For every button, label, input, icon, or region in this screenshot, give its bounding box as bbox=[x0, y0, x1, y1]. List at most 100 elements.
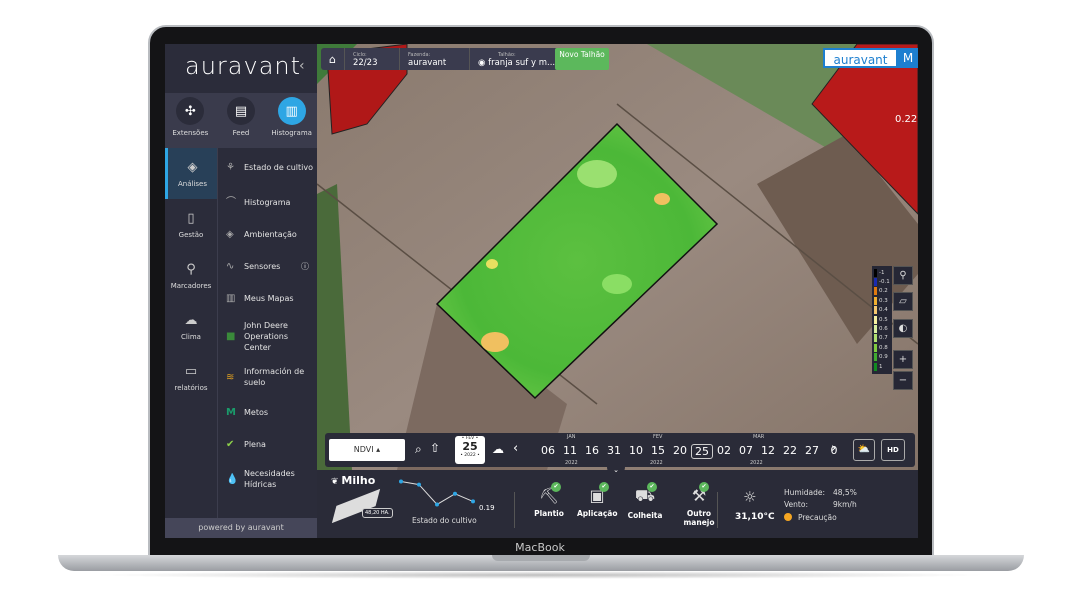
cloud-filter-icon[interactable]: ☁ bbox=[492, 442, 504, 456]
sparkline-point bbox=[417, 482, 421, 487]
eye-icon[interactable]: ◉ bbox=[478, 58, 488, 68]
sub-metos[interactable]: M Metos bbox=[218, 396, 317, 428]
puzzle-icon: ✣ bbox=[176, 97, 205, 125]
hd-button[interactable]: HD bbox=[881, 439, 905, 461]
legend-item: -1 bbox=[874, 268, 890, 277]
legend-item: 0.5 bbox=[874, 315, 890, 324]
fazenda-selector[interactable]: Fazenda: auravant bbox=[400, 48, 470, 70]
map-view[interactable]: ⌂ Ciclo: 22/23 Fazenda: auravant Talhão: ◉ … bbox=[317, 44, 918, 470]
john-deere-icon: ■ bbox=[226, 330, 236, 342]
search-icon[interactable]: ⌕ bbox=[415, 442, 422, 457]
device-label: MacBook bbox=[515, 541, 565, 554]
action-0[interactable]: ⛏ ✔ Plantio bbox=[529, 482, 569, 527]
marker-tool-icon[interactable]: ⚲ bbox=[893, 266, 913, 285]
day: 25 bbox=[462, 440, 478, 453]
cloud-off-button[interactable]: ⛅ bbox=[853, 439, 875, 461]
nav-marcadores[interactable]: ⚲ Marcadores bbox=[165, 250, 217, 301]
metos-icon: M bbox=[226, 406, 236, 418]
label: Histograma bbox=[271, 129, 312, 137]
sparkline-line bbox=[400, 481, 474, 506]
sub-info-suelo[interactable]: ≋ Información de suelo bbox=[218, 358, 317, 396]
histogram-button[interactable]: ▥ Histograma bbox=[267, 93, 317, 148]
legend-label: 0.9 bbox=[879, 354, 888, 361]
home-button[interactable]: ⌂ bbox=[321, 48, 345, 70]
legend-label: 0.4 bbox=[879, 307, 888, 314]
month-label: MAR bbox=[753, 434, 765, 440]
nav-clima[interactable]: ☁ Clima bbox=[165, 301, 217, 352]
leaf-icon: ❦ bbox=[331, 477, 342, 487]
zoom-out-button[interactable]: − bbox=[893, 371, 913, 390]
talhao-selector[interactable]: Talhão: ◉ franja suf y m... bbox=[470, 48, 565, 70]
sub-meus-mapas[interactable]: ▥ Meus Mapas bbox=[218, 282, 317, 314]
next-date-button[interactable]: › bbox=[831, 441, 836, 456]
sub-ambientacao[interactable]: ◈ Ambientação bbox=[218, 218, 317, 250]
upload-icon[interactable]: ⇧ bbox=[430, 441, 440, 455]
date-item[interactable]: 31 bbox=[603, 444, 625, 459]
legend-swatch bbox=[874, 315, 877, 324]
nav-gestao[interactable]: ▯ Gestão bbox=[165, 199, 217, 250]
zoom-in-button[interactable]: + bbox=[893, 350, 913, 369]
field-area-badge: 48,20 HA. bbox=[362, 508, 393, 518]
user-avatar[interactable]: M bbox=[898, 48, 918, 68]
legend-label: 0.6 bbox=[879, 326, 888, 333]
nav-analises[interactable]: ◈ Análises bbox=[165, 148, 217, 199]
sub-sensores[interactable]: ∿ Sensores ⓘ bbox=[218, 250, 317, 282]
date-item[interactable]: 15 bbox=[647, 444, 669, 459]
check-badge-icon: ✔ bbox=[699, 482, 709, 492]
value: 22/23 bbox=[352, 57, 378, 68]
feed-button[interactable]: ▤ Feed bbox=[216, 93, 266, 148]
legend-swatch bbox=[874, 287, 877, 296]
label: Análises bbox=[177, 179, 207, 188]
label: Meus Mapas bbox=[244, 293, 294, 303]
collapse-sidebar-button[interactable]: ‹ bbox=[299, 58, 305, 74]
sparkline-point bbox=[453, 491, 457, 496]
alert-dot-icon bbox=[784, 513, 792, 521]
ndvi-value: 0.19 bbox=[479, 504, 495, 512]
date-item[interactable]: 10 bbox=[625, 444, 647, 459]
collapse-panel-button[interactable]: ⌄ bbox=[607, 466, 625, 476]
date-item[interactable]: 12 bbox=[757, 444, 779, 459]
legend-item: 0.4 bbox=[874, 306, 890, 315]
compare-tool-icon[interactable]: ◐ bbox=[893, 319, 913, 338]
sub-necesidades-hidricas[interactable]: 💧 Necesidades Hídricas bbox=[218, 460, 317, 498]
new-field-button[interactable]: Novo Talhão bbox=[555, 48, 609, 70]
legend-item: 0.3 bbox=[874, 296, 890, 305]
divider bbox=[514, 492, 515, 528]
sub-plena[interactable]: ✔ Plena bbox=[218, 428, 317, 460]
prev-date-button[interactable]: ‹ bbox=[513, 441, 518, 456]
action-1[interactable]: ▣ ✔ Aplicação bbox=[577, 482, 617, 527]
legend-label: 0.5 bbox=[879, 316, 888, 323]
action-2[interactable]: ⛟ ✔ Colheita bbox=[625, 482, 665, 527]
sub-john-deere[interactable]: ■ John Deere Operations Center bbox=[218, 314, 317, 358]
histogram-icon: ▥ bbox=[277, 97, 306, 125]
field-shape-icon bbox=[331, 488, 381, 524]
date-item[interactable]: 11 bbox=[559, 444, 581, 459]
info-icon[interactable]: ⓘ bbox=[301, 261, 309, 272]
ruler-tool-icon[interactable]: ▱ bbox=[893, 292, 913, 311]
layer-dropdown[interactable]: NDVI ▴ bbox=[329, 439, 405, 461]
date-item[interactable]: 07 bbox=[735, 444, 757, 459]
check-badge-icon: ✔ bbox=[551, 482, 561, 492]
date-list: 06 11 16 31 10 15 20 25 02 07 12 22 27 0 bbox=[537, 444, 845, 459]
date-picker[interactable]: • FEV • 25 • 2022 • bbox=[455, 436, 485, 464]
sub-histograma[interactable]: ⌒ Histograma bbox=[218, 186, 317, 218]
year-label: 2022 bbox=[750, 460, 763, 466]
date-item[interactable]: 25 bbox=[691, 444, 713, 459]
date-item[interactable]: 22 bbox=[779, 444, 801, 459]
crop-name: Milho bbox=[341, 474, 376, 487]
soil-layers-icon: ≋ bbox=[226, 371, 235, 383]
date-item[interactable]: 27 bbox=[801, 444, 823, 459]
label: Sensores bbox=[244, 261, 281, 271]
legend-label: -0.1 bbox=[879, 279, 890, 286]
sub-estado-cultivo[interactable]: ⚘ Estado de cultivo bbox=[218, 148, 317, 186]
date-item[interactable]: 06 bbox=[537, 444, 559, 459]
layers-icon: ◈ bbox=[226, 228, 234, 240]
extensions-button[interactable]: ✣ Extensões bbox=[165, 93, 215, 148]
check-badge-icon: ✔ bbox=[599, 482, 609, 492]
ciclo-selector[interactable]: Ciclo: 22/23 bbox=[345, 48, 400, 70]
date-item[interactable]: 02 bbox=[713, 444, 735, 459]
date-item[interactable]: 20 bbox=[669, 444, 691, 459]
date-item[interactable]: 16 bbox=[581, 444, 603, 459]
legend-swatch bbox=[874, 325, 877, 334]
nav-relatorios[interactable]: ▭ relatórios bbox=[165, 352, 217, 403]
